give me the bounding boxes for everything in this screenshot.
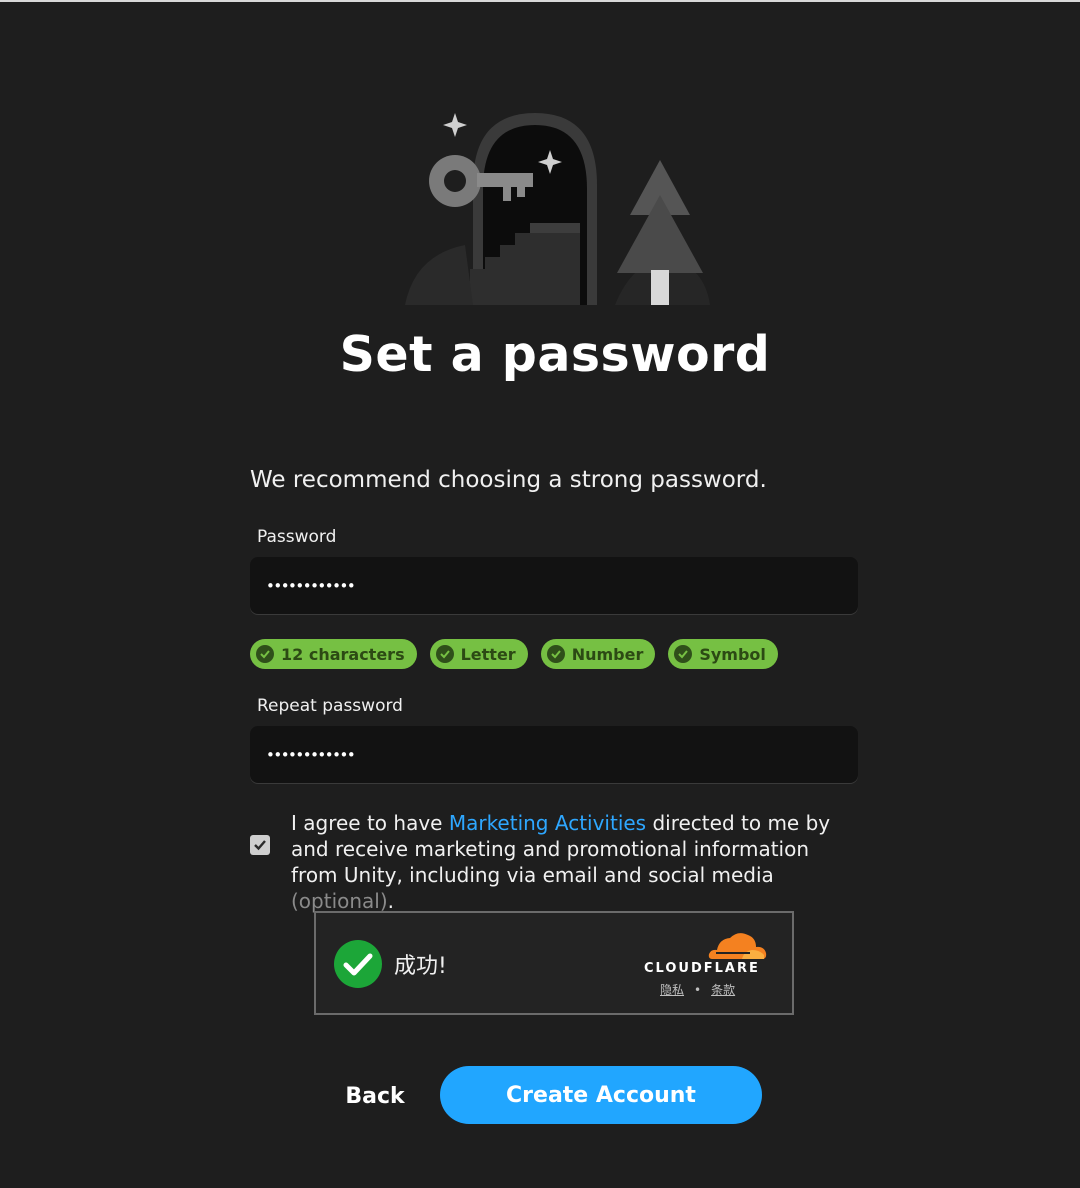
marketing-consent: I agree to have Marketing Activities dir…	[250, 810, 860, 914]
cloudflare-turnstile: 成功! CLOUDFLARE 隐私 • 条款	[314, 911, 794, 1015]
requirement-label: Number	[571, 644, 644, 664]
page: Set a password We recommend choosing a s…	[0, 0, 1080, 1188]
check-icon	[256, 645, 274, 663]
requirement-label: Symbol	[699, 644, 766, 664]
captcha-links: 隐私 • 条款	[660, 981, 735, 998]
requirement-chip-letter: Letter	[429, 639, 528, 669]
cloudflare-wordmark: CLOUDFLARE	[644, 961, 760, 976]
privacy-link[interactable]: 隐私	[660, 981, 684, 998]
password-label: Password	[257, 527, 337, 547]
check-icon	[435, 645, 454, 663]
requirement-label: 12 characters	[281, 644, 405, 664]
page-title: Set a password	[339, 326, 771, 383]
success-check-icon	[334, 940, 382, 988]
consent-text: I agree to have Marketing Activities dir…	[291, 810, 860, 914]
captcha-status: 成功!	[394, 954, 447, 979]
consent-text-start: I agree to have	[291, 811, 449, 835]
link-separator: •	[694, 982, 702, 997]
marketing-activities-link[interactable]: Marketing Activities	[449, 811, 646, 835]
password-input[interactable]: ••••••••••••	[250, 557, 858, 614]
top-divider	[0, 0, 1080, 2]
requirement-chip-number: Number	[540, 639, 656, 669]
optional-note: (optional)	[291, 889, 388, 913]
page-subtitle: We recommend choosing a strong password.	[250, 467, 767, 493]
cloudflare-cloud-icon	[708, 933, 767, 959]
password-illustration	[405, 113, 710, 305]
terms-link[interactable]: 条款	[711, 981, 735, 998]
checkmark-icon	[254, 840, 266, 851]
create-account-button[interactable]: Create Account	[440, 1066, 762, 1124]
repeat-password-input[interactable]: ••••••••••••	[250, 726, 858, 783]
check-icon	[546, 645, 565, 663]
check-icon	[674, 645, 693, 663]
password-value: ••••••••••••	[266, 576, 356, 595]
repeat-password-label: Repeat password	[257, 696, 403, 716]
consent-text-end: .	[387, 889, 395, 913]
marketing-consent-checkbox[interactable]	[250, 835, 270, 855]
password-requirements: 12 characters Letter Number Symbol	[250, 639, 778, 669]
requirement-label: Letter	[460, 644, 516, 664]
back-button[interactable]: Back	[330, 1080, 420, 1112]
requirement-chip-length: 12 characters	[250, 639, 417, 669]
requirement-chip-symbol: Symbol	[668, 639, 778, 669]
repeat-password-value: ••••••••••••	[266, 745, 356, 764]
